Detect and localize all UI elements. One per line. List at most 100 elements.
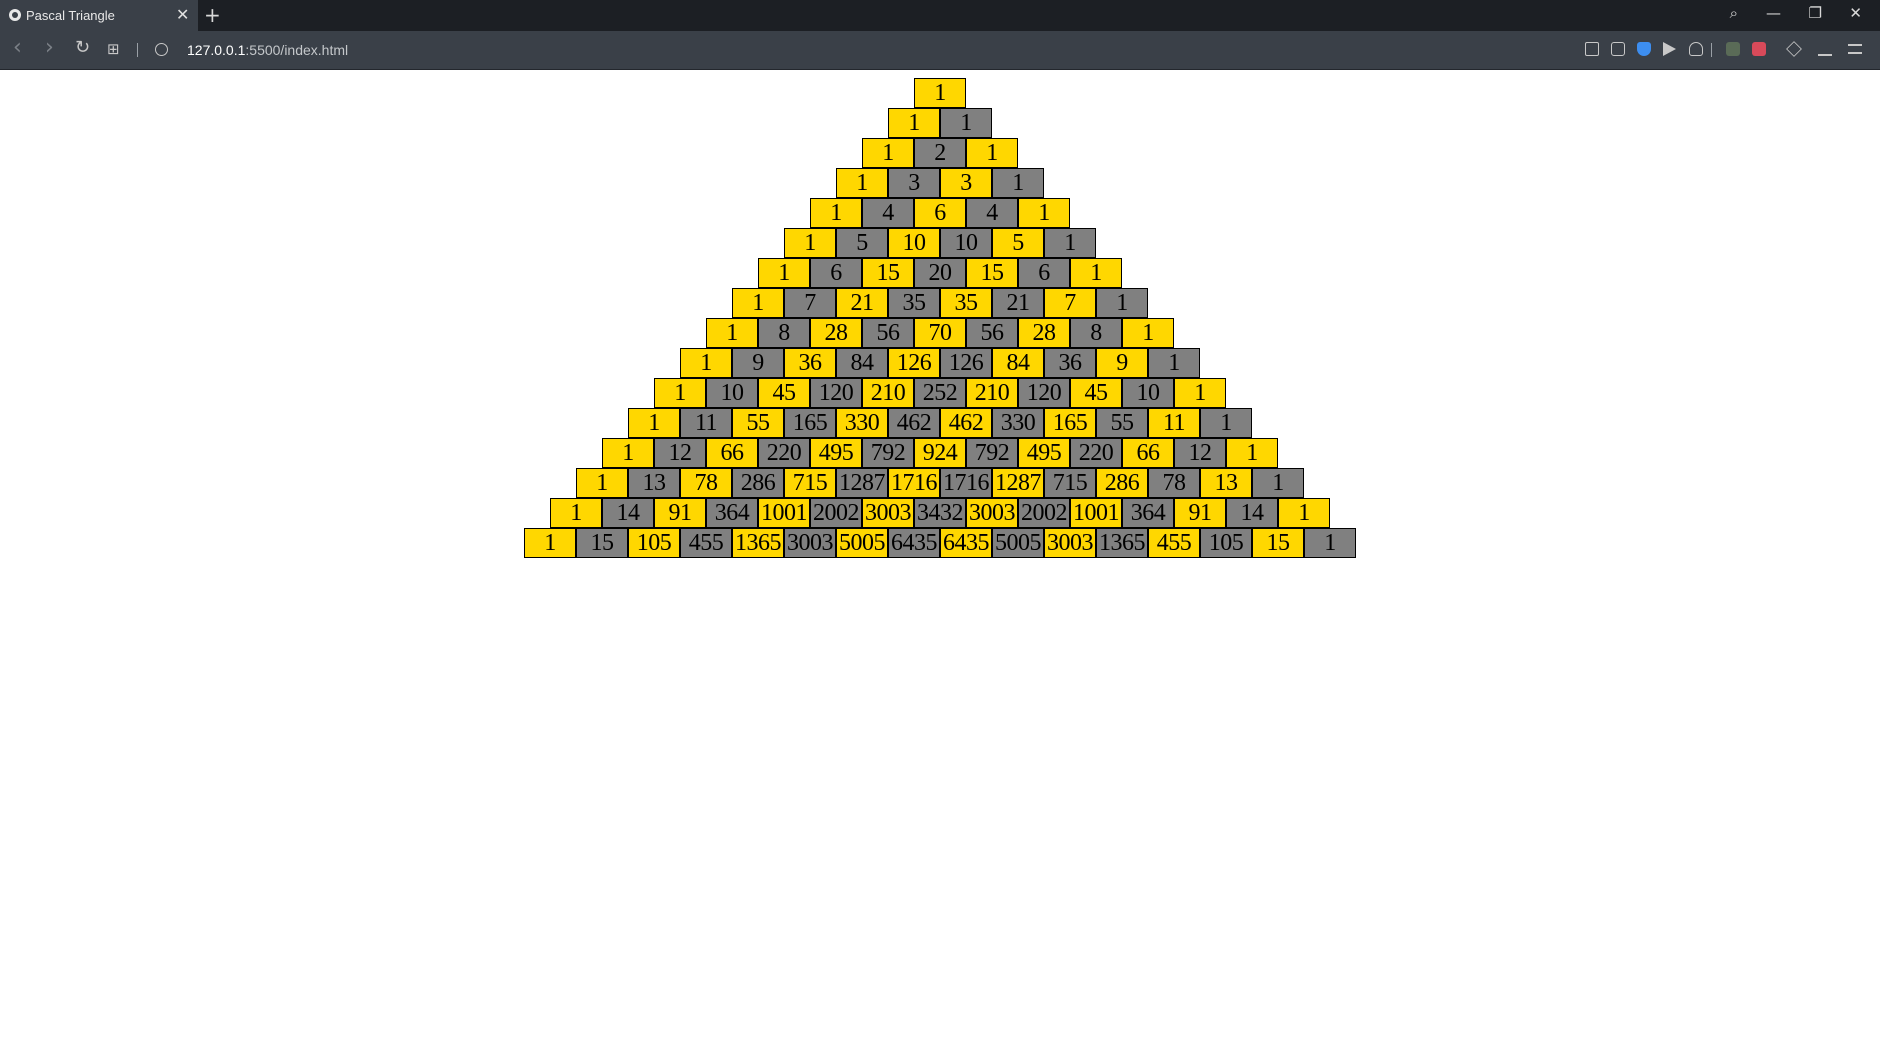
triangle-cell: 1 [602,438,654,468]
triangle-cell: 56 [966,318,1018,348]
triangle-cell: 286 [1096,468,1148,498]
send-icon[interactable] [1663,42,1676,56]
triangle-cell: 1 [576,468,628,498]
triangle-cell: 286 [732,468,784,498]
tab-title: Pascal Triangle [26,8,115,23]
triangle-cell: 220 [1070,438,1122,468]
heart-icon[interactable] [1689,42,1703,56]
search-tabs-icon[interactable]: ⌕ [1730,4,1738,22]
triangle-cell: 1 [732,288,784,318]
triangle-cell: 11 [1148,408,1200,438]
screenshot-icon[interactable] [1611,42,1625,56]
triangle-cell: 3432 [914,498,966,528]
triangle-cell: 924 [914,438,966,468]
triangle-cell: 10 [706,378,758,408]
triangle-cell: 55 [732,408,784,438]
triangle-cell: 6 [914,198,966,228]
triangle-cell: 78 [680,468,732,498]
triangle-cell: 495 [1018,438,1070,468]
triangle-cell: 1 [1070,258,1122,288]
triangle-cell: 15 [966,258,1018,288]
triangle-cell: 3 [888,168,940,198]
cube-icon[interactable] [1786,41,1802,57]
triangle-cell: 5005 [836,528,888,558]
triangle-cell: 36 [784,348,836,378]
triangle-cell: 1 [628,408,680,438]
url-field[interactable]: 127.0.0.1:5500/index.html [187,42,348,58]
triangle-cell: 105 [1200,528,1252,558]
triangle-cell: 210 [862,378,914,408]
triangle-cell: 3003 [1044,528,1096,558]
back-button[interactable]: ‹ [13,35,22,60]
triangle-cell: 126 [888,348,940,378]
triangle-cell: 792 [862,438,914,468]
forward-button[interactable]: › [45,35,54,60]
triangle-cell: 6435 [888,528,940,558]
close-window-button[interactable]: ✕ [1849,4,1862,22]
triangle-cell: 70 [914,318,966,348]
triangle-cell: 210 [966,378,1018,408]
triangle-cell: 3003 [862,498,914,528]
triangle-cell: 21 [992,288,1044,318]
tab-close-icon[interactable]: ✕ [176,5,189,25]
triangle-cell: 1 [1096,288,1148,318]
triangle-cell: 3003 [784,528,836,558]
triangle-cell: 792 [966,438,1018,468]
triangle-row: 1 14 91 364 1001 2002 3003 3432 3003 2002 1001 364 9… [0,498,1880,528]
triangle-cell: 1287 [836,468,888,498]
shield-icon[interactable] [1637,42,1651,56]
triangle-cell: 13 [628,468,680,498]
triangle-row: 1 [0,78,1880,108]
triangle-cell: 1 [888,108,940,138]
triangle-cell: 1 [914,78,966,108]
triangle-cell: 1 [680,348,732,378]
triangle-row: 1 10 45 120 210 252 210 120 45 10 1 [0,378,1880,408]
new-tab-button[interactable]: + [204,3,221,27]
triangle-cell: 21 [836,288,888,318]
triangle-cell: 4 [862,198,914,228]
url-host: 127.0.0.1 [187,42,246,58]
triangle-cell: 1 [706,318,758,348]
triangle-cell: 1 [1200,408,1252,438]
triangle-cell: 35 [940,288,992,318]
triangle-cell: 15 [576,528,628,558]
triangle-cell: 10 [940,228,992,258]
download-icon[interactable] [1818,42,1832,56]
site-info-icon[interactable] [155,43,168,56]
pascal-triangle: 1 1 1 1 2 1 1 3 3 1 1 4 6 4 1 1 5 10 10 5 1 1 6 15 20 15 6 1 1 7 21 35 3… [0,78,1880,558]
triangle-cell: 2 [914,138,966,168]
triangle-cell: 91 [1174,498,1226,528]
extension-icon[interactable] [1726,42,1740,56]
triangle-cell: 364 [1122,498,1174,528]
triangle-cell: 6 [1018,258,1070,288]
triangle-cell: 1 [654,378,706,408]
triangle-cell: 12 [1174,438,1226,468]
triangle-cell: 1 [862,138,914,168]
triangle-cell: 715 [1044,468,1096,498]
triangle-cell: 1716 [888,468,940,498]
triangle-cell: 1287 [992,468,1044,498]
triangle-row: 1 15 105 455 1365 3003 5005 6435 6435 5005 3003 136… [0,528,1880,558]
menu-icon[interactable] [1848,44,1862,54]
triangle-cell: 9 [732,348,784,378]
restore-button[interactable]: ❐ [1809,4,1822,22]
reload-button[interactable]: ↻ [75,37,90,58]
triangle-row: 1 6 15 20 15 6 1 [0,258,1880,288]
triangle-cell: 8 [758,318,810,348]
triangle-cell: 165 [784,408,836,438]
triangle-cell: 78 [1148,468,1200,498]
minimize-button[interactable]: — [1766,4,1781,22]
browser-tab-active[interactable]: Pascal Triangle ✕ [0,0,198,31]
tab-grid-icon[interactable]: ⊞ [107,40,120,58]
triangle-cell: 126 [940,348,992,378]
triangle-cell: 105 [628,528,680,558]
favicon-icon [9,9,21,21]
triangle-cell: 15 [862,258,914,288]
triangle-cell: 28 [1018,318,1070,348]
triangle-cell: 10 [1122,378,1174,408]
share-icon[interactable] [1585,42,1599,56]
extension-icon[interactable] [1752,42,1766,56]
triangle-cell: 9 [1096,348,1148,378]
triangle-row: 11 [0,108,1880,138]
triangle-row: 1 13 78 286 715 1287 1716 1716 1287 715 286 78 13 1 [0,468,1880,498]
